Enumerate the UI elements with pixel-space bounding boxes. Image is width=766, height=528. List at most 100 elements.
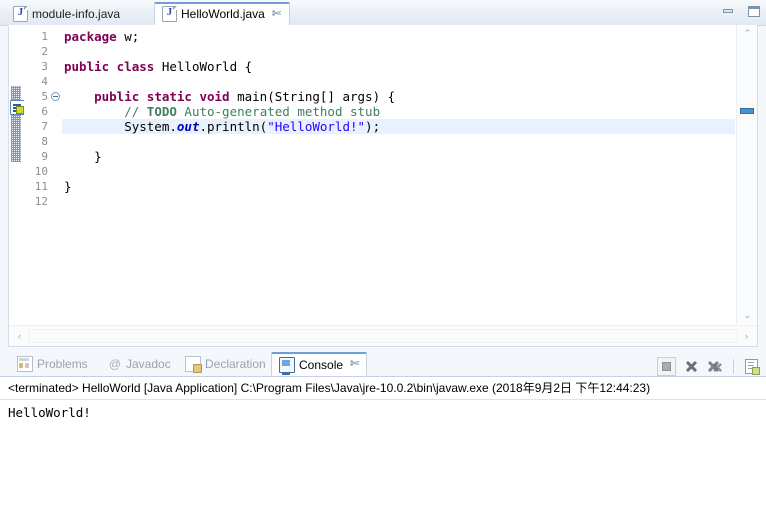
view-tab-bar: Problems @ Javadoc Declaration Console ✄ — [0, 352, 766, 377]
line-number: 8 — [41, 135, 48, 148]
toolbar-separator — [733, 359, 734, 374]
scroll-left-arrow-icon[interactable]: ‹ — [11, 326, 28, 346]
horizontal-scroll-thumb[interactable] — [28, 329, 738, 343]
code-line[interactable]: System.out.println("HelloWorld!"); — [62, 119, 735, 134]
horizontal-scrollbar[interactable]: ‹ › — [9, 325, 757, 346]
code-line[interactable]: package w; — [62, 29, 735, 44]
fold-slot — [50, 104, 62, 119]
open-console-button[interactable] — [743, 358, 760, 375]
code-token: System. — [64, 119, 177, 134]
console-part: Problems @ Javadoc Declaration Console ✄ — [0, 348, 766, 528]
code-token: package — [64, 29, 125, 44]
line-number: 12 — [34, 195, 48, 208]
launch-configuration-header: <terminated> HelloWorld [Java Applicatio… — [0, 377, 766, 400]
console-icon — [279, 356, 295, 375]
fold-collapse-icon[interactable] — [51, 92, 60, 101]
todo-task-marker-icon[interactable] — [10, 100, 25, 115]
code-text-area[interactable]: package w; public class HelloWorld { pub… — [62, 25, 735, 324]
java-file-icon — [13, 5, 28, 22]
line-number: 6 — [41, 105, 48, 118]
editor-part: module-info.java HelloWorld.java ✄ 12345… — [0, 0, 766, 348]
line-number: 11 — [34, 180, 48, 193]
code-token: ); — [365, 119, 381, 134]
editor-tab-label: HelloWorld.java — [181, 7, 265, 21]
fold-slot — [50, 179, 62, 194]
fold-slot — [50, 29, 62, 44]
remove-launch-button[interactable] — [683, 358, 700, 375]
fold-slot[interactable] — [50, 89, 62, 104]
scroll-right-arrow-icon[interactable]: › — [738, 326, 755, 346]
code-line[interactable]: } — [62, 179, 735, 194]
code-line[interactable]: // TODO Auto-generated method stub — [62, 104, 735, 119]
fold-slot — [50, 164, 62, 179]
console-output-text[interactable]: HelloWorld! — [0, 400, 766, 420]
line-number: 4 — [41, 75, 48, 88]
line-number: 10 — [34, 165, 48, 178]
code-line[interactable] — [62, 134, 735, 149]
fold-slot — [50, 134, 62, 149]
editor-tab-bar: module-info.java HelloWorld.java ✄ — [0, 0, 766, 26]
minimize-button[interactable] — [719, 3, 736, 19]
maximize-icon — [747, 5, 760, 17]
overview-ruler-marker[interactable] — [740, 108, 754, 114]
code-token: TODO — [146, 104, 177, 119]
remove-x-icon — [712, 362, 722, 372]
code-token: } — [64, 149, 102, 164]
folding-column[interactable] — [50, 25, 62, 324]
line-number: 2 — [41, 45, 48, 58]
line-number: 7 — [41, 120, 48, 133]
code-line[interactable]: } — [62, 149, 735, 164]
tab-problems[interactable]: Problems — [10, 352, 95, 376]
code-line[interactable] — [62, 194, 735, 209]
editor-tab-helloworld[interactable]: HelloWorld.java ✄ — [154, 2, 291, 25]
tab-declaration[interactable]: Declaration — [178, 352, 273, 376]
editor-tab-module-info[interactable]: module-info.java — [6, 2, 128, 25]
java-file-icon — [162, 6, 177, 22]
code-token: public static void — [94, 89, 238, 104]
tab-label: Problems — [37, 357, 88, 371]
terminate-button[interactable] — [657, 357, 676, 376]
scroll-up-arrow-icon[interactable]: ⌃ — [737, 25, 758, 42]
line-number-ruler: 1 2 3 4 5 6 7 8 9 10 11 12 — [24, 25, 50, 324]
code-line[interactable]: public static void main(String[] args) { — [62, 89, 735, 104]
console-body: <terminated> HelloWorld [Java Applicatio… — [0, 376, 766, 528]
declaration-icon — [185, 356, 202, 373]
code-token: public class — [64, 59, 162, 74]
code-token: out — [176, 119, 200, 134]
fold-slot — [50, 44, 62, 59]
remove-all-launches-button[interactable] — [707, 358, 724, 375]
remove-all-xx-icon — [707, 358, 724, 375]
change-bar-indicator — [11, 86, 21, 162]
scroll-down-arrow-icon[interactable]: ⌄ — [737, 307, 758, 324]
fold-slot — [50, 59, 62, 74]
line-number: 1 — [41, 30, 48, 43]
close-icon[interactable]: ✄ — [350, 359, 359, 370]
fold-slot — [50, 194, 62, 209]
tab-console[interactable]: Console ✄ — [271, 352, 368, 376]
code-token: main(String[] args) { — [237, 89, 396, 104]
code-line[interactable] — [62, 44, 735, 59]
code-line[interactable] — [62, 164, 735, 179]
vertical-scrollbar[interactable]: ⌃ ⌄ — [736, 25, 757, 324]
code-line[interactable]: public class HelloWorld { — [62, 59, 735, 74]
maximize-button[interactable] — [745, 3, 762, 19]
tab-label: Declaration — [205, 357, 266, 371]
code-token: "HelloWorld!" — [267, 119, 366, 134]
problems-icon — [17, 356, 33, 372]
fold-slot — [50, 74, 62, 89]
code-token: .println( — [199, 119, 268, 134]
annotation-marker-column[interactable] — [9, 25, 25, 324]
close-icon[interactable]: ✄ — [272, 8, 281, 20]
tab-label: Javadoc — [126, 357, 171, 371]
line-number: 9 — [41, 150, 48, 163]
javadoc-icon: @ — [108, 357, 122, 371]
editor-body: 1 2 3 4 5 6 7 8 9 10 11 12 package w; public class … — [8, 25, 758, 347]
console-toolbar — [657, 357, 760, 376]
code-token: Auto-generated method stub — [176, 104, 381, 119]
code-token: // — [64, 104, 147, 119]
fold-slot — [50, 149, 62, 164]
tab-javadoc[interactable]: @ Javadoc — [101, 352, 178, 376]
code-line[interactable] — [62, 74, 735, 89]
minimize-icon — [722, 9, 733, 13]
